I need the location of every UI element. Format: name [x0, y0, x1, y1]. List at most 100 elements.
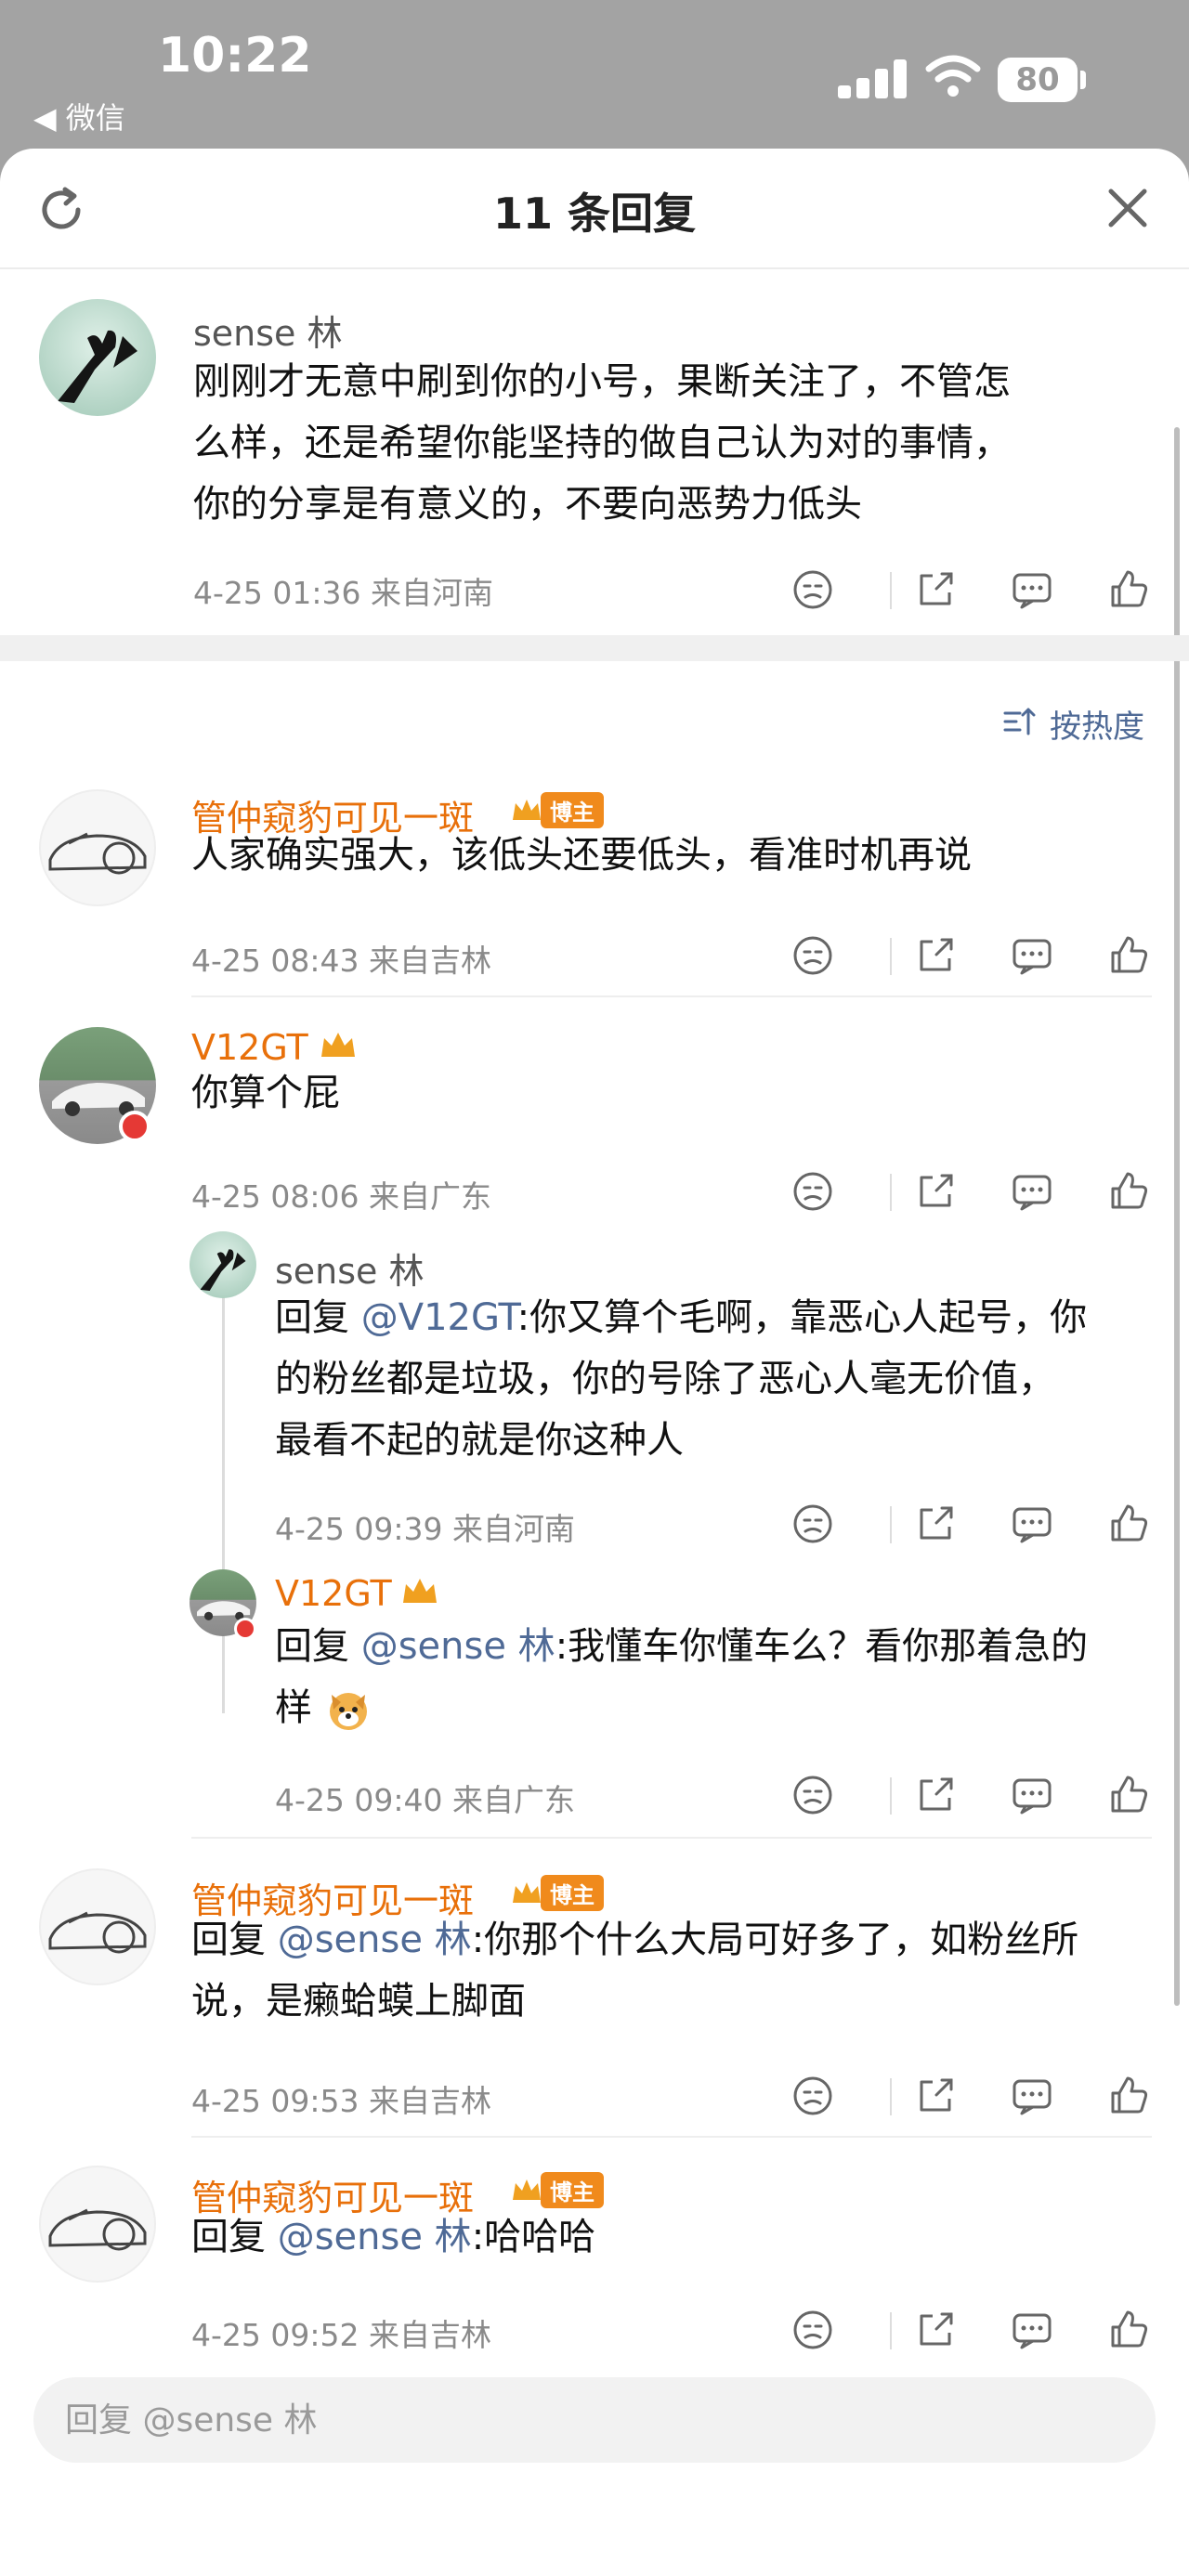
- wifi-icon: [925, 55, 981, 97]
- status-time: 10:22: [158, 28, 312, 84]
- reply-text: 人家确实强大，该低头还要低头，看准时机再说: [191, 834, 972, 877]
- comment-icon[interactable]: [1009, 2307, 1055, 2353]
- like-icon[interactable]: [1105, 1501, 1152, 1547]
- close-icon[interactable]: [1105, 186, 1150, 230]
- divider: [890, 1174, 892, 1211]
- share-icon[interactable]: [912, 566, 959, 613]
- sub-reply-author[interactable]: V12GT: [275, 1573, 392, 1614]
- like-icon[interactable]: [1105, 566, 1152, 613]
- reply-text: 你算个屁: [191, 1072, 340, 1114]
- dislike-face-icon[interactable]: [790, 566, 836, 613]
- thread-line: [222, 1286, 225, 1713]
- comment-text: 刚刚才无意中刷到你的小号，果断关注了，不管怎 么样，还是希望你能坚持的做自己认为…: [193, 360, 1011, 526]
- row-divider: [191, 1837, 1152, 1839]
- reply-input[interactable]: [33, 2377, 1156, 2463]
- host-badge: 博主: [509, 791, 604, 828]
- car-sketch-image: [48, 2208, 147, 2251]
- share-icon[interactable]: [912, 932, 959, 979]
- sub-reply-actions: [790, 1501, 1152, 1553]
- row-divider: [191, 2136, 1152, 2138]
- reply-actions: [790, 2307, 1152, 2359]
- divider: [890, 938, 892, 975]
- like-icon[interactable]: [1105, 1772, 1152, 1818]
- avatar[interactable]: [39, 1868, 156, 1985]
- comment-icon[interactable]: [1009, 1501, 1055, 1547]
- crown-icon: [513, 2179, 541, 2200]
- comment-icon[interactable]: [1009, 1772, 1055, 1818]
- page-title: 11 条回复: [492, 189, 697, 239]
- dog-emoji-icon: [329, 1693, 367, 1730]
- sub-reply-author[interactable]: sense 林: [275, 1242, 425, 1294]
- reply-text: 回复 @sense 林:哈哈哈: [191, 2216, 596, 2258]
- status-bar: 10:22 ◀ 微信 80: [0, 0, 1189, 149]
- dislike-face-icon[interactable]: [790, 1501, 836, 1547]
- like-icon[interactable]: [1105, 2307, 1152, 2353]
- comment-icon[interactable]: [1009, 932, 1055, 979]
- sort-icon[interactable]: [1001, 704, 1037, 739]
- like-icon[interactable]: [1105, 932, 1152, 979]
- sort-by-hot[interactable]: 按热度: [1050, 701, 1144, 747]
- share-icon[interactable]: [912, 1501, 959, 1547]
- car-sketch-image: [48, 1911, 147, 1954]
- signal-icon: [838, 58, 908, 98]
- comment-actions: [790, 566, 1152, 618]
- share-icon[interactable]: [912, 1772, 959, 1818]
- host-badge: 博主: [509, 2171, 604, 2208]
- car-sketch-image: [48, 832, 147, 875]
- avatar[interactable]: [189, 1231, 256, 1298]
- host-badge: 博主: [509, 1874, 604, 1911]
- sub-reply-text: 回复 @sense 林:我懂车你懂车么？看你那着急的 样: [275, 1616, 1088, 1738]
- sub-reply-text: 回复 @V12GT:你又算个毛啊，靠恶心人起号，你 的粉丝都是垃圾，你的号除了恶…: [275, 1296, 1088, 1462]
- reply-actions: [790, 1168, 1152, 1220]
- hands-heart-image: [58, 330, 137, 403]
- share-icon[interactable]: [912, 2073, 959, 2119]
- vip-crown-icon: [403, 1579, 437, 1603]
- share-icon[interactable]: [912, 1168, 959, 1215]
- sub-reply-meta: 4-25 09:40 来自广东: [275, 1782, 575, 1818]
- comment-author[interactable]: sense 林: [193, 305, 343, 356]
- share-icon[interactable]: [912, 2307, 959, 2353]
- vip-crown-icon: [321, 1033, 355, 1057]
- comment-icon[interactable]: [1009, 566, 1055, 613]
- like-icon[interactable]: [1105, 2073, 1152, 2119]
- sheet-header: 11 条回复: [0, 149, 1189, 269]
- mention-link[interactable]: @sense 林: [278, 1919, 472, 1961]
- section-divider: [0, 635, 1189, 661]
- comment-icon[interactable]: [1009, 1168, 1055, 1215]
- like-icon[interactable]: [1105, 1168, 1152, 1215]
- divider: [890, 1506, 892, 1543]
- comment-icon[interactable]: [1009, 2073, 1055, 2119]
- back-to-wechat[interactable]: ◀ 微信: [33, 95, 125, 137]
- reply-meta: 4-25 08:06 来自广东: [191, 1178, 491, 1215]
- verified-badge-icon: [119, 1111, 150, 1142]
- reply-text: 回复 @sense 林:你那个什么大局可好多了，如粉丝所 说，是癞蛤蟆上脚面: [191, 1919, 1079, 2023]
- dislike-face-icon[interactable]: [790, 2307, 836, 2353]
- hands-heart-image: [200, 1249, 246, 1291]
- battery-indicator: 80: [998, 58, 1078, 102]
- reply-actions: [790, 932, 1152, 984]
- replies-sheet: 11 条回复 sense 林 刚刚才无意中刷到你的小号，果断关注了，不管怎 么样…: [0, 149, 1189, 2576]
- divider: [890, 572, 892, 609]
- dislike-face-icon[interactable]: [790, 1772, 836, 1818]
- avatar[interactable]: [39, 2166, 156, 2283]
- dislike-face-icon[interactable]: [790, 2073, 836, 2119]
- crown-icon: [513, 800, 541, 820]
- scrollbar[interactable]: [1174, 427, 1180, 2006]
- reply-actions: [790, 2073, 1152, 2125]
- avatar[interactable]: [39, 789, 156, 906]
- mention-link[interactable]: @V12GT: [361, 1296, 517, 1339]
- avatar[interactable]: [39, 299, 156, 416]
- reply-input-bar[interactable]: [33, 2377, 1156, 2463]
- divider: [890, 2312, 892, 2349]
- sub-reply-actions: [790, 1772, 1152, 1824]
- divider: [890, 1777, 892, 1815]
- reply-meta: 4-25 09:53 来自吉林: [191, 2083, 491, 2119]
- dislike-face-icon[interactable]: [790, 932, 836, 979]
- mention-link[interactable]: @sense 林: [361, 1625, 555, 1668]
- comment-meta: 4-25 01:36 来自河南: [193, 575, 493, 611]
- mention-link[interactable]: @sense 林: [278, 2216, 472, 2258]
- reply-meta: 4-25 09:52 来自吉林: [191, 2317, 491, 2353]
- dislike-face-icon[interactable]: [790, 1168, 836, 1215]
- divider: [890, 2078, 892, 2115]
- crown-icon: [513, 1882, 541, 1903]
